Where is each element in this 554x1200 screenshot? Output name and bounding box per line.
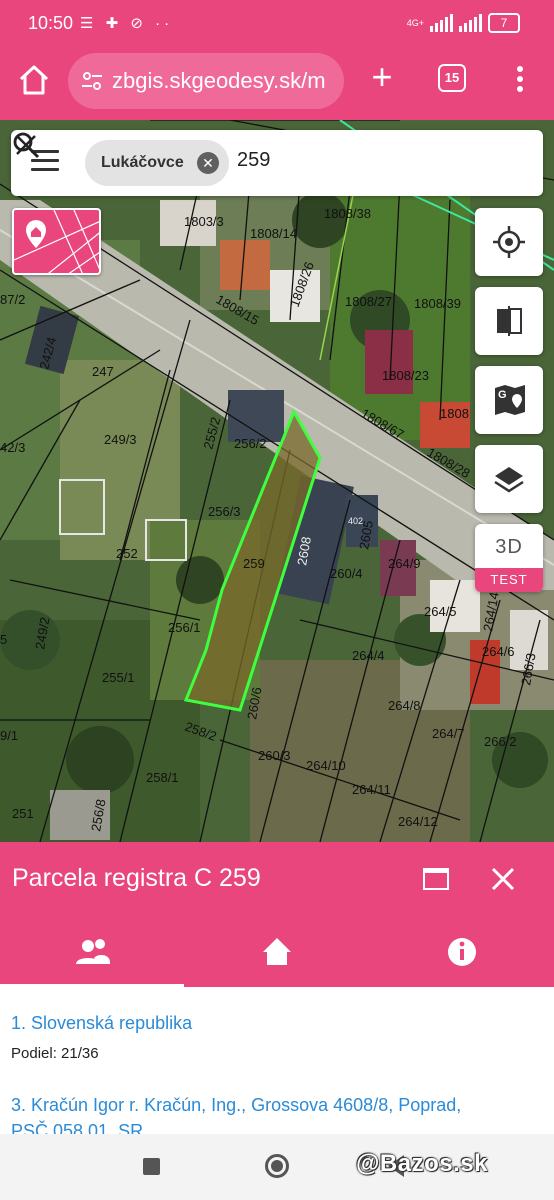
parcel-label: 1808/38 — [324, 206, 371, 221]
map-pin-icon: G — [495, 385, 525, 415]
parcel-label: 1808/14 — [250, 226, 297, 241]
parcel-label: 264/7 — [432, 726, 465, 741]
parcel-label: 256/3 — [208, 504, 241, 519]
browser-menu-icon[interactable] — [510, 62, 530, 98]
parcel-label: 259 — [243, 556, 265, 571]
parcel-label: 264/12 — [398, 814, 438, 829]
parcel-label: 264/6 — [482, 644, 515, 659]
url-bar[interactable]: zbgis.skgeodesy.sk/m — [68, 53, 344, 109]
svg-text:G: G — [498, 389, 507, 401]
cadastre-map-icon — [14, 210, 99, 273]
search-input[interactable]: 259 — [237, 149, 270, 172]
layers-icon — [494, 467, 524, 493]
parcel-label: 1808/39 — [414, 296, 461, 311]
parcel-label: 264/11 — [352, 782, 391, 797]
owner-link[interactable]: 3. Kračún Igor r. Kračún, Ing., Grossova… — [11, 1095, 461, 1116]
parcel-label: 264/4 — [352, 648, 385, 663]
watermark-text: @Bazos.sk — [356, 1150, 488, 1177]
parcel-label: 9/1 — [0, 728, 18, 743]
3d-view-button[interactable]: 3D TEST — [475, 524, 543, 592]
parcel-label: 256/1 — [168, 620, 201, 635]
compare-button[interactable] — [475, 287, 543, 355]
owner-link[interactable]: 1. Slovenská republika — [11, 1013, 192, 1034]
new-tab-button[interactable]: + — [366, 59, 398, 95]
layers-button[interactable] — [475, 445, 543, 513]
parcel-label: 264/9 — [388, 556, 421, 571]
signal-icon-2 — [459, 14, 482, 32]
3d-label: 3D — [495, 536, 523, 558]
tab-buildings[interactable] — [247, 932, 307, 972]
parcel-label: 87/2 — [0, 292, 25, 307]
recents-button[interactable] — [143, 1158, 160, 1175]
owners-list: 1. Slovenská republika Podiel: 21/36 3. … — [0, 987, 554, 1134]
tab-info[interactable] — [432, 932, 492, 972]
location-chip[interactable]: Lukáčovce ✕ — [85, 140, 229, 186]
parcel-label: 264/8 — [388, 698, 421, 713]
parcel-label: 255/1 — [102, 670, 135, 685]
crosshair-icon — [493, 226, 525, 258]
parcel-label: 252 — [116, 546, 138, 561]
map-view[interactable]: 1803/3 1808/14 1808/38 1808/26 1808/27 1… — [0, 120, 554, 842]
tab-switcher-button[interactable]: 15 — [438, 64, 466, 92]
status-notification-icons: ☰ ✚ ⊘ ·· — [80, 15, 174, 32]
owner-link-line2[interactable]: PSČ 058 01, SR — [11, 1121, 143, 1134]
parcel-label: 251 — [12, 806, 34, 821]
parcel-panel-header: Parcela registra C 259 — [0, 842, 554, 987]
parcel-label: 264/10 — [306, 758, 346, 773]
compare-icon — [497, 306, 522, 336]
parcel-label: 42/3 — [0, 440, 25, 455]
status-time: 10:50 — [28, 13, 74, 33]
search-bar: Lukáčovce ✕ 259 — [11, 130, 543, 196]
status-bar: 10:50 ☰ ✚ ⊘ ·· 4G+ 7 — [0, 0, 554, 48]
owner-share: Podiel: 21/36 — [11, 1045, 99, 1062]
parcel-label: 1803/3 — [184, 214, 224, 229]
basemap-toggle[interactable] — [12, 208, 101, 275]
parcel-label: 1808 — [440, 406, 469, 421]
site-settings-icon[interactable] — [80, 69, 104, 93]
search-icon[interactable] — [11, 130, 41, 160]
panel-title: Parcela registra C 259 — [12, 864, 261, 892]
browser-toolbar: zbgis.skgeodesy.sk/m + 15 — [0, 48, 554, 120]
system-nav-bar: @Bazos.sk — [0, 1134, 554, 1200]
parcel-label: 1808/23 — [382, 368, 429, 383]
google-maps-button[interactable]: G — [475, 366, 543, 434]
status-right-group: 4G+ 7 — [407, 13, 520, 33]
my-location-button[interactable] — [475, 208, 543, 276]
tab-owners[interactable] — [62, 932, 122, 972]
parcel-label: 258/1 — [146, 770, 179, 785]
close-icon[interactable] — [490, 866, 516, 892]
parcel-label: 260/4 — [330, 566, 363, 581]
parcel-label: 260/3 — [258, 748, 291, 763]
signal-icon — [430, 14, 453, 32]
home-icon[interactable] — [16, 62, 52, 98]
url-text: zbgis.skgeodesy.sk/m — [112, 68, 326, 93]
parcel-label: 266/2 — [484, 734, 517, 749]
parcel-label: 247 — [92, 364, 114, 379]
home-button[interactable] — [265, 1154, 289, 1178]
battery-icon: 7 — [488, 13, 520, 33]
test-badge: TEST — [475, 568, 543, 592]
maximize-icon[interactable] — [423, 868, 449, 890]
parcel-label: 5 — [0, 632, 7, 647]
parcel-label: 1808/27 — [345, 294, 392, 309]
network-type: 4G+ — [406, 18, 424, 28]
location-chip-label: Lukáčovce — [101, 154, 184, 171]
parcel-label: 264/5 — [424, 604, 457, 619]
parcel-label: 249/3 — [104, 432, 137, 447]
parcel-label: 256/2 — [234, 436, 267, 451]
chip-remove-icon[interactable]: ✕ — [197, 152, 219, 174]
